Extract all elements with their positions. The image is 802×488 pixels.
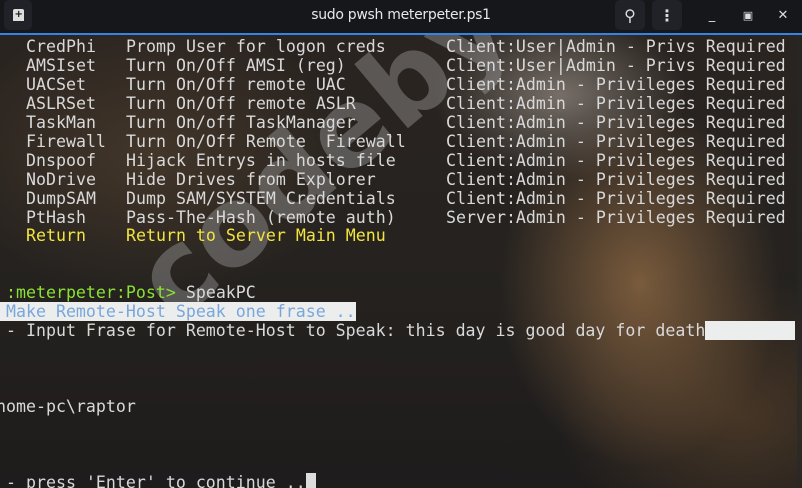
module-name: Dnspoof: [26, 151, 96, 170]
module-desc: Return to Server Main Menu: [126, 226, 386, 245]
module-row: UACSet Turn On/Off remote UAC Client:Admin…: [26, 75, 786, 94]
module-name: NoDrive: [26, 170, 96, 189]
module-name: TaskMan: [26, 113, 96, 132]
prompt-line: :meterpeter:Post> SpeakPC: [6, 283, 256, 302]
module-requirement: Server:Admin - Privileges Required: [446, 208, 786, 227]
module-row: CredPhi Promp User for logon creds Client:…: [26, 37, 786, 56]
module-requirement: Client:User|Admin - Privs Required: [446, 56, 786, 75]
module-desc: Hide Drives from Explorer: [126, 170, 376, 189]
minimize-icon: _: [708, 7, 716, 23]
maximize-button[interactable]: ▣: [733, 0, 763, 30]
module-desc: Turn On/Off Remote Firewall: [126, 132, 406, 151]
module-desc: Turn On/Off remote UAC: [126, 75, 346, 94]
module-row: Dnspoof Hijack Entrys in hosts file Client…: [26, 151, 786, 170]
module-row: AMSIset Turn On/Off AMSI (reg) Client:User…: [26, 56, 786, 75]
kebab-menu-icon: ⋮: [659, 5, 675, 25]
scrollbar[interactable]: [797, 35, 802, 488]
title-bar: + sudo pwsh meterpeter.ps1 ⚲ ⋮ _ ▣ ✕: [0, 0, 802, 35]
input-text: - Input Frase for Remote-Host to Speak: …: [6, 321, 706, 340]
search-icon: ⚲: [624, 5, 636, 25]
module-requirement: Client:User|Admin - Privs Required: [446, 37, 786, 56]
module-desc: Pass-The-Hash (remote auth): [126, 208, 396, 227]
module-requirement: Client:Admin - Privileges Required: [446, 132, 786, 151]
terminal-output[interactable]: codeby CredPhi Promp User for logon creds…: [0, 35, 802, 488]
continue-line: - press 'Enter' to continue ..: [6, 473, 316, 488]
continue-text: - press 'Enter' to continue ..: [6, 473, 306, 488]
module-name: CredPhi: [26, 37, 96, 56]
module-row: DumpSAM Dump SAM/SYSTEM Credentials Client…: [26, 189, 786, 208]
module-requirement: Client:Admin - Privileges Required: [446, 151, 786, 170]
minimize-button[interactable]: _: [697, 0, 727, 30]
path-line: home-pc\raptor: [0, 397, 136, 416]
command: SpeakPC: [185, 283, 256, 302]
module-requirement: Client:Admin - Privileges Required: [446, 170, 786, 189]
maximize-icon: ▣: [742, 8, 754, 22]
selection-block: [705, 321, 796, 340]
close-icon: ✕: [777, 7, 789, 23]
module-desc: Turn On/Off remote ASLR: [126, 94, 356, 113]
module-name: AMSIset: [26, 56, 96, 75]
module-row: PtHash Pass-The-Hash (remote auth) Server:…: [26, 208, 786, 227]
module-requirement: Client:Admin - Privileges Required: [446, 189, 786, 208]
module-desc: Turn On/Off AMSI (reg): [126, 56, 346, 75]
module-desc: Hijack Entrys in hosts file: [126, 151, 396, 170]
module-row: ASLRSet Turn On/Off remote ASLR Client:Adm…: [26, 94, 786, 113]
cursor: [305, 473, 316, 488]
module-row: NoDrive Hide Drives from Explorer Client:A…: [26, 170, 786, 189]
prompt: :meterpeter:Post>: [6, 283, 176, 302]
search-button[interactable]: ⚲: [615, 0, 645, 30]
module-name: UACSet: [26, 75, 86, 94]
module-row-return: Return Return to Server Main Menu: [26, 226, 386, 245]
module-row: Firewall Turn On/Off Remote Firewall Clien…: [26, 132, 786, 151]
module-name: ASLRSet: [26, 94, 96, 113]
module-desc: Turn On/off TaskManager: [126, 113, 356, 132]
input-line: - Input Frase for Remote-Host to Speak: …: [6, 321, 796, 340]
module-row: TaskMan Turn On/off TaskManager Client:Adm…: [26, 113, 786, 132]
module-requirement: Client:Admin - Privileges Required: [446, 113, 786, 132]
module-desc: Dump SAM/SYSTEM Credentials: [126, 189, 396, 208]
banner: Make Remote-Host Speak one frase ..: [0, 302, 356, 321]
module-name: Return: [26, 226, 86, 245]
module-name: PtHash: [26, 208, 86, 227]
module-requirement: Client:Admin - Privileges Required: [446, 94, 786, 113]
module-requirement: Client:Admin - Privileges Required: [446, 75, 786, 94]
menu-button[interactable]: ⋮: [652, 0, 682, 30]
module-name: Firewall: [26, 132, 106, 151]
module-name: DumpSAM: [26, 189, 96, 208]
module-desc: Promp User for logon creds: [126, 37, 386, 56]
close-button[interactable]: ✕: [768, 0, 798, 30]
